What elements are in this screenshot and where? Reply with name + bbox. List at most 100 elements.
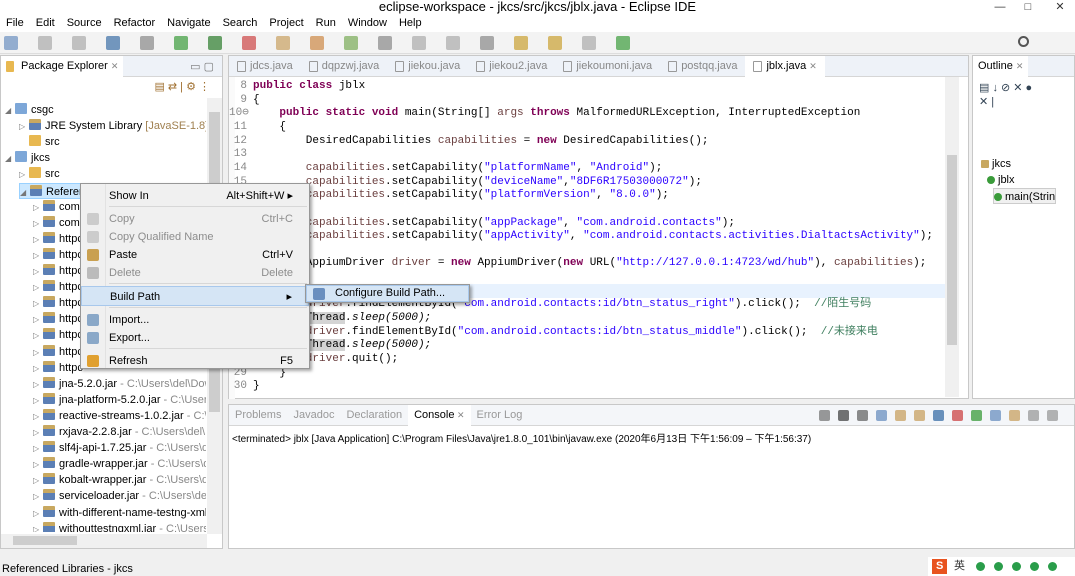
- toolbar-button-icon[interactable]: [514, 36, 528, 50]
- twisty-icon[interactable]: ▷: [33, 457, 43, 473]
- tab-package-explorer[interactable]: Package Explorer ✕: [1, 55, 124, 77]
- editor-tab[interactable]: dqpzwj.java: [301, 56, 387, 77]
- tree-item[interactable]: ▷ serviceloader.jar - C:\Users\del\: [33, 488, 206, 504]
- tree-item[interactable]: ▷ httpc: [33, 360, 83, 376]
- tree-item[interactable]: ▷ httpc: [33, 344, 83, 360]
- twisty-icon[interactable]: ▷: [33, 296, 43, 312]
- ime-voice-icon[interactable]: [1012, 562, 1021, 571]
- twisty-icon[interactable]: ▷: [33, 473, 43, 489]
- twisty-icon[interactable]: ▷: [33, 200, 43, 216]
- maximize-button[interactable]: □: [1018, 0, 1038, 14]
- menu-item-export[interactable]: Export...: [81, 328, 309, 348]
- console-toolbar-button-icon[interactable]: [838, 410, 849, 421]
- toolbar-button-icon[interactable]: [38, 36, 52, 50]
- menu-window[interactable]: Window: [342, 15, 393, 32]
- twisty-icon[interactable]: ▷: [33, 232, 43, 248]
- code-line[interactable]: 25 Thread.sleep(5000);: [229, 311, 945, 325]
- twisty-icon[interactable]: ▷: [33, 216, 43, 232]
- toolbar-button-icon[interactable]: [140, 36, 154, 50]
- menu-item-refresh[interactable]: Refresh F5: [81, 351, 309, 371]
- toolbar-button-icon[interactable]: [4, 36, 18, 50]
- tree-item[interactable]: ▷ jna-5.2.0.jar - C:\Users\del\Down: [33, 376, 206, 392]
- tree-item[interactable]: ▷ httpc: [33, 295, 83, 311]
- console-toolbar-button-icon[interactable]: [895, 410, 906, 421]
- twisty-icon[interactable]: ▷: [33, 522, 43, 532]
- tree-item[interactable]: ▷ httpc: [33, 311, 83, 327]
- toolbar-button-icon[interactable]: [72, 36, 86, 50]
- ime-emoji-icon[interactable]: [994, 562, 1003, 571]
- toolbar-button-icon[interactable]: [378, 36, 392, 50]
- collapse-link-icons[interactable]: ▤ ⇄ | ⚙ ⋮: [1, 77, 222, 97]
- toolbar-button-icon[interactable]: [412, 36, 426, 50]
- menu-item-copy[interactable]: Copy Ctrl+C: [81, 209, 309, 229]
- menu-item-copy-qualified-name[interactable]: Copy Qualified Name: [81, 227, 309, 247]
- code-line[interactable]: 26 driver.findElementById("com.android.c…: [229, 325, 945, 339]
- twisty-icon[interactable]: ▷: [33, 328, 43, 344]
- toolbar-button-icon[interactable]: [480, 36, 494, 50]
- console-tab-javadoc[interactable]: Javadoc: [287, 405, 340, 426]
- close-icon[interactable]: ✕: [111, 56, 119, 77]
- code-line[interactable]: 14 capabilities.setCapability("platformN…: [229, 161, 945, 175]
- console-toolbar-button-icon[interactable]: [876, 410, 887, 421]
- console-toolbar-button-icon[interactable]: [1028, 410, 1039, 421]
- console-toolbar-button-icon[interactable]: [933, 410, 944, 421]
- tree-item[interactable]: ▷ withouttestngxml.jar - C:\Users\c: [33, 521, 206, 532]
- twisty-icon[interactable]: ▷: [33, 312, 43, 328]
- console-toolbar-button-icon[interactable]: [990, 410, 1001, 421]
- code-line[interactable]: 20: [229, 243, 945, 257]
- menu-item-import[interactable]: Import...: [81, 310, 309, 330]
- close-icon[interactable]: ✕: [454, 410, 465, 420]
- tree-item[interactable]: src: [19, 134, 60, 150]
- twisty-icon[interactable]: ▷: [33, 489, 43, 505]
- menu-search[interactable]: Search: [217, 15, 264, 32]
- tree-item[interactable]: ◢ csgc: [5, 102, 54, 118]
- code-line[interactable]: 12 DesiredCapabilities capabilities = ne…: [229, 134, 945, 148]
- ime-keyboard-icon[interactable]: [1030, 562, 1039, 571]
- twisty-icon[interactable]: ◢: [5, 151, 15, 167]
- toolbar-button-icon[interactable]: [276, 36, 290, 50]
- menu-item-build-path[interactable]: Build Path ▸: [81, 286, 309, 306]
- menu-run[interactable]: Run: [310, 15, 342, 32]
- twisty-icon[interactable]: ▷: [33, 425, 43, 441]
- twisty-icon[interactable]: ▷: [33, 345, 43, 361]
- menu-item-configure-build-path[interactable]: Configure Build Path...: [306, 285, 469, 302]
- twisty-icon[interactable]: ▷: [33, 377, 43, 393]
- twisty-icon[interactable]: ▷: [33, 264, 43, 280]
- tree-item[interactable]: ◢ jkcs: [5, 150, 50, 166]
- console-toolbar-button-icon[interactable]: [971, 410, 982, 421]
- ime-toolbar[interactable]: S 英: [928, 557, 1075, 576]
- twisty-icon[interactable]: ▷: [33, 506, 43, 522]
- scrollbar-thumb[interactable]: [13, 536, 77, 545]
- code-line[interactable]: 30}: [229, 379, 945, 393]
- code-line[interactable]: 28 driver.quit();: [229, 352, 945, 366]
- twisty-icon[interactable]: ▷: [33, 409, 43, 425]
- tree-item[interactable]: ▷ httpc: [33, 279, 83, 295]
- twisty-icon[interactable]: ▷: [33, 280, 43, 296]
- code-line[interactable]: 15 capabilities.setCapability("deviceNam…: [229, 175, 945, 189]
- code-line[interactable]: 8 public class jblx: [229, 79, 945, 93]
- toolbar-button-icon[interactable]: [242, 36, 256, 50]
- code-line[interactable]: 17: [229, 202, 945, 216]
- toolbar-button-icon[interactable]: [174, 36, 188, 50]
- twisty-icon[interactable]: ▷: [33, 393, 43, 409]
- twisty-icon[interactable]: ▷: [19, 119, 29, 135]
- menu-help[interactable]: Help: [393, 15, 428, 32]
- code-line[interactable]: 27 Thread.sleep(5000);: [229, 338, 945, 352]
- code-line[interactable]: 13: [229, 147, 945, 161]
- tree-item[interactable]: ▷ JRE System Library [JavaSE-1.8]: [19, 118, 206, 134]
- toolbar-button-icon[interactable]: [208, 36, 222, 50]
- tree-item[interactable]: ▷ httpc: [33, 231, 83, 247]
- menu-source[interactable]: Source: [61, 15, 108, 32]
- close-icon[interactable]: ✕: [1016, 56, 1024, 77]
- editor-vertical-scrollbar[interactable]: [945, 77, 959, 397]
- tree-item[interactable]: ▷ slf4j-api-1.7.25.jar - C:\Users\del: [33, 440, 206, 456]
- code-line[interactable]: 18 capabilities.setCapability("appPackag…: [229, 216, 945, 230]
- outline-item[interactable]: jblx: [987, 172, 1015, 188]
- menu-item-paste[interactable]: Paste Ctrl+V: [81, 245, 309, 265]
- code-line[interactable]: 10⊖ public static void main(String[] arg…: [229, 106, 945, 120]
- menu-item-show-in[interactable]: Show In Alt+Shift+W ▸: [81, 186, 309, 206]
- twisty-icon[interactable]: ▷: [33, 361, 43, 377]
- code-line[interactable]: 19 capabilities.setCapability("appActivi…: [229, 229, 945, 243]
- minimize-maximize-icon[interactable]: ▭ ▢: [190, 60, 214, 73]
- tree-item[interactable]: ▷ comr: [33, 215, 83, 231]
